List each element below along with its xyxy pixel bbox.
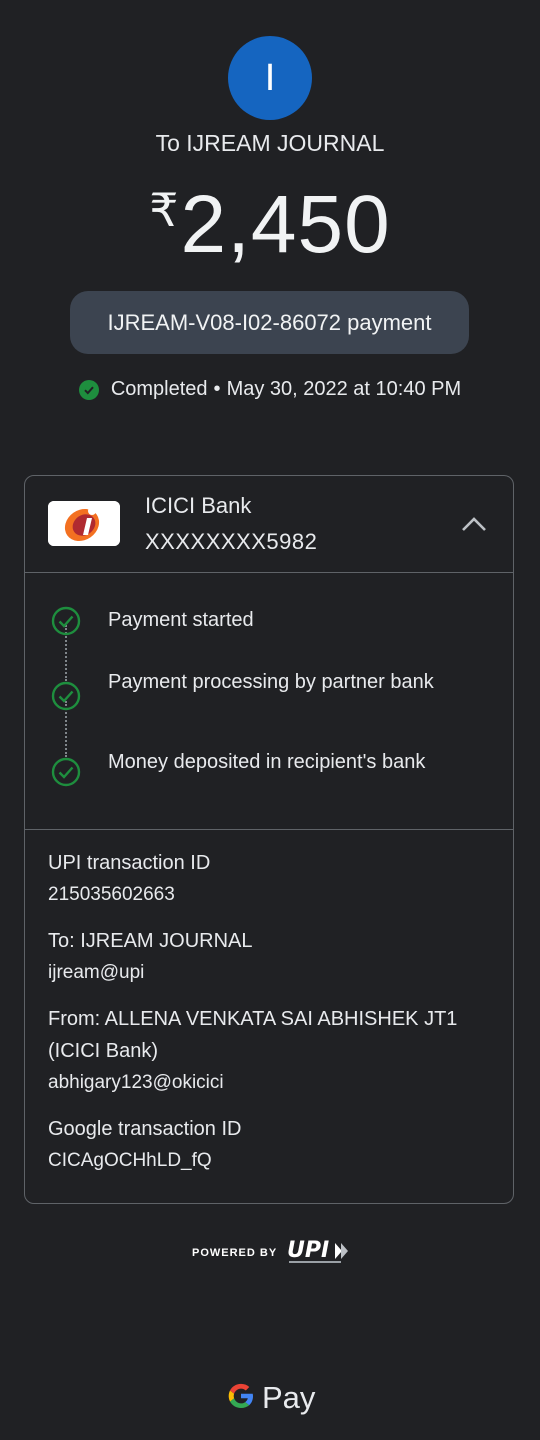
avatar-letter: I [264,56,276,99]
bank-account-row[interactable]: ICICI Bank XXXXXXXX5982 [25,476,513,572]
payment-note: IJREAM-V08-I02-86072 payment [70,291,469,354]
timeline-step-3: Money deposited in recipient's bank [108,751,426,773]
status-line: Completed • May 30, 2022 at 10:40 PM [0,378,540,401]
payee-avatar: I [228,36,312,120]
google-transaction-id-value[interactable]: CICAgOCHhLD_fQ [48,1145,498,1177]
timeline-step-2: Payment processing by partner bank [108,671,434,693]
payment-timeline: Payment started Payment processing by pa… [25,573,513,829]
transaction-details-card: ICICI Bank XXXXXXXX5982 Payment started … [24,475,514,1204]
upi-logo-text: UPI [287,1238,329,1263]
recipient-label: To: IJREAM JOURNAL [48,930,253,952]
sender-upi-id[interactable]: abhigary123@okicici [48,1067,498,1099]
google-pay-logo: Pay [226,1376,315,1420]
upi-transaction-id-value[interactable]: 215035602663 [48,879,498,911]
google-g-icon [226,1381,256,1416]
check-circle-icon [51,606,81,636]
bank-name: ICICI Bank [145,493,252,518]
divider [25,829,513,830]
check-circle-icon [51,757,81,787]
payment-amount: ₹2,450 [0,178,540,272]
upi-logo-icon: UPI [285,1235,349,1272]
bank-account-number: XXXXXXXX5982 [145,529,318,554]
gpay-text: Pay [262,1380,316,1415]
status-datetime: May 30, 2022 at 10:40 PM [226,378,462,400]
icici-logo-icon [48,501,120,546]
status-separator: • [213,378,221,400]
chevron-up-icon[interactable] [457,508,491,542]
google-transaction-id-label: Google transaction ID [48,1118,242,1140]
amount-value: 2,450 [180,179,391,270]
currency-symbol: ₹ [149,184,179,236]
transaction-details: UPI transaction ID 215035602663 To: IJRE… [48,847,498,1191]
check-circle-icon [51,681,81,711]
sender-label: From: ALLENA VENKATA SAI ABHISHEK JT1 (I… [48,1008,458,1062]
check-circle-icon [78,379,99,400]
upi-transaction-id-label: UPI transaction ID [48,852,211,874]
timeline-step-1: Payment started [108,609,254,631]
recipient-upi-id[interactable]: ijream@upi [48,957,498,989]
payee-name: To IJREAM JOURNAL [155,130,385,156]
status-text: Completed [110,378,208,400]
powered-by-text: POWERED BY [192,1247,278,1259]
powered-by-upi: POWERED BY UPI [192,1237,349,1269]
